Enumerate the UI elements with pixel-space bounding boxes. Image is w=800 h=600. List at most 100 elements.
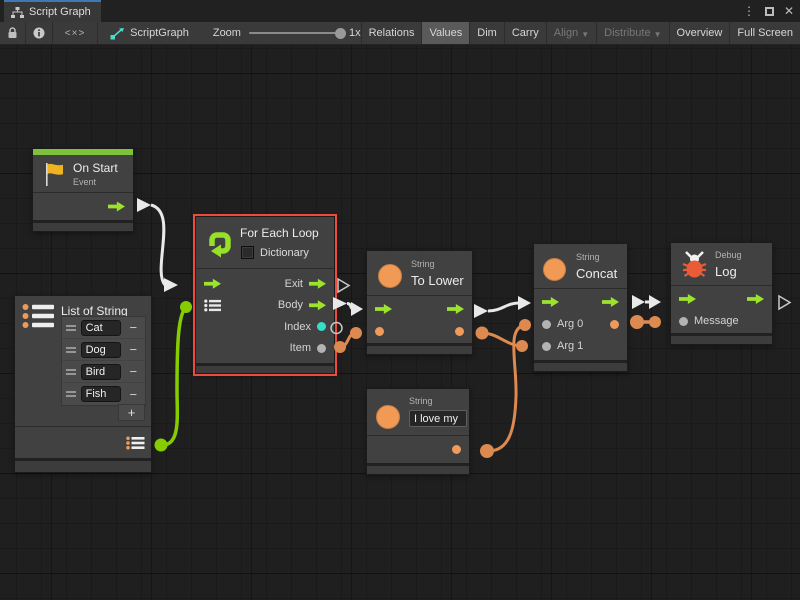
drag-handle-icon[interactable] — [66, 391, 76, 397]
remove-item-button[interactable]: − — [126, 388, 141, 401]
drag-handle-icon[interactable] — [66, 325, 76, 331]
port-label-item: Item — [290, 342, 311, 354]
node-debug-log[interactable]: Debug Log Message — [670, 242, 773, 345]
index-output-port[interactable] — [317, 322, 326, 331]
wire-body-to-tolower[interactable] — [333, 297, 363, 316]
breadcrumb-button[interactable]: <×> — [53, 22, 98, 44]
port-label-message: Message — [694, 315, 739, 327]
string-type-icon — [378, 264, 402, 288]
breadcrumb[interactable]: ScriptGraph — [98, 22, 199, 44]
node-type-label: String — [576, 252, 600, 262]
body-output-port[interactable] — [309, 299, 326, 311]
unity-visual-scripting-window: Script Graph ⋮ ✕ <×> — [0, 0, 800, 600]
port-label-arg1: Arg 1 — [557, 340, 583, 352]
string-output-port[interactable] — [610, 320, 619, 329]
wire-concat-to-message[interactable] — [630, 315, 661, 329]
tab-script-graph[interactable]: Script Graph — [4, 0, 101, 22]
string-type-icon — [543, 258, 566, 281]
zoom-slider-handle[interactable] — [335, 28, 346, 39]
align-label: Align — [554, 27, 578, 39]
carry-button[interactable]: Carry — [504, 22, 546, 44]
node-string-literal[interactable]: String — [366, 388, 470, 475]
log-exit-unconnected-port[interactable] — [779, 296, 790, 309]
list-output-port[interactable] — [126, 436, 145, 450]
loop-icon — [204, 228, 235, 259]
node-concat[interactable]: String Concat Arg 0 Arg 1 — [533, 243, 628, 372]
flow-output-port[interactable] — [108, 201, 125, 213]
list-item-row: − — [62, 339, 145, 361]
port-label-index: Index — [284, 321, 311, 333]
info-icon — [33, 27, 45, 39]
list-item-input[interactable] — [81, 342, 121, 358]
wire-concat-to-log[interactable] — [632, 295, 661, 309]
flow-input-port[interactable] — [375, 303, 392, 315]
menu-icon[interactable]: ⋮ — [743, 5, 755, 17]
overview-button[interactable]: Overview — [669, 22, 730, 44]
dim-button[interactable]: Dim — [469, 22, 504, 44]
flow-input-port[interactable] — [679, 293, 696, 305]
graph-canvas[interactable]: On Start Event List of String — [0, 45, 800, 600]
drag-handle-icon[interactable] — [66, 369, 76, 375]
hierarchy-icon — [11, 7, 24, 18]
wire-literal-to-arg0[interactable] — [480, 319, 531, 458]
message-input-port[interactable] — [679, 317, 688, 326]
node-title: Concat — [576, 266, 617, 281]
wire-onstart-to-foreach[interactable] — [137, 198, 178, 292]
chevron-down-icon: ▼ — [581, 30, 589, 39]
string-input-port[interactable] — [375, 327, 384, 336]
wire-tolower-to-concat[interactable] — [474, 296, 531, 318]
string-value-input[interactable] — [409, 410, 467, 427]
distribute-button[interactable]: Distribute ▼ — [596, 22, 668, 44]
arg1-input-port[interactable] — [542, 342, 551, 351]
string-output-port[interactable] — [452, 445, 461, 454]
item-output-port[interactable] — [317, 344, 326, 353]
flow-input-port[interactable] — [542, 296, 559, 308]
dictionary-checkbox[interactable] — [241, 246, 254, 259]
node-on-start[interactable]: On Start Event — [32, 148, 134, 232]
chevron-down-icon: ▼ — [654, 30, 662, 39]
drag-handle-icon[interactable] — [66, 347, 76, 353]
script-graph-icon — [110, 27, 125, 40]
values-button[interactable]: Values — [421, 22, 469, 44]
remove-item-button[interactable]: − — [126, 365, 141, 378]
dictionary-label: Dictionary — [260, 247, 309, 259]
full-screen-button[interactable]: Full Screen — [729, 22, 800, 44]
lock-icon — [7, 27, 18, 39]
flow-output-port[interactable] — [747, 293, 764, 305]
maximize-icon[interactable] — [765, 7, 774, 16]
graph-toolbar: <×> ScriptGraph Zoom 1x Relations Values… — [0, 22, 800, 45]
flow-input-port[interactable] — [204, 278, 221, 290]
relations-button[interactable]: Relations — [361, 22, 422, 44]
add-item-button[interactable]: + — [118, 404, 145, 421]
exit-unconnected-port[interactable] — [338, 279, 349, 292]
string-output-port[interactable] — [455, 327, 464, 336]
exit-output-port[interactable] — [309, 278, 326, 290]
node-footer — [671, 333, 772, 344]
node-title: Log — [715, 264, 737, 279]
node-list-of-string[interactable]: List of String − − − — [14, 295, 152, 473]
list-input-port[interactable] — [204, 299, 221, 312]
wire-tolower-to-arg1[interactable] — [476, 327, 529, 353]
graph-name: ScriptGraph — [130, 27, 189, 39]
list-item-input[interactable] — [81, 320, 121, 336]
remove-item-button[interactable]: − — [126, 343, 141, 356]
flow-output-port[interactable] — [447, 303, 464, 315]
node-footer — [534, 360, 627, 371]
list-item-row: − — [62, 317, 145, 339]
zoom-slider[interactable] — [249, 32, 341, 34]
node-for-each-loop[interactable]: For Each Loop Dictionary Exit — [195, 216, 335, 374]
list-item-input[interactable] — [81, 364, 121, 380]
list-item-input[interactable] — [81, 386, 121, 402]
wire-list-to-foreach[interactable] — [155, 301, 193, 452]
align-button[interactable]: Align ▼ — [546, 22, 596, 44]
node-to-lower[interactable]: String To Lower — [366, 250, 473, 355]
flow-output-port[interactable] — [602, 296, 619, 308]
close-icon[interactable]: ✕ — [784, 5, 794, 17]
lock-button[interactable] — [0, 22, 26, 44]
wire-item-to-tolower[interactable] — [334, 327, 362, 353]
info-button[interactable] — [26, 22, 53, 44]
zoom-label: Zoom — [213, 27, 241, 39]
node-title: On Start — [73, 161, 118, 175]
arg0-input-port[interactable] — [542, 320, 551, 329]
remove-item-button[interactable]: − — [126, 321, 141, 334]
